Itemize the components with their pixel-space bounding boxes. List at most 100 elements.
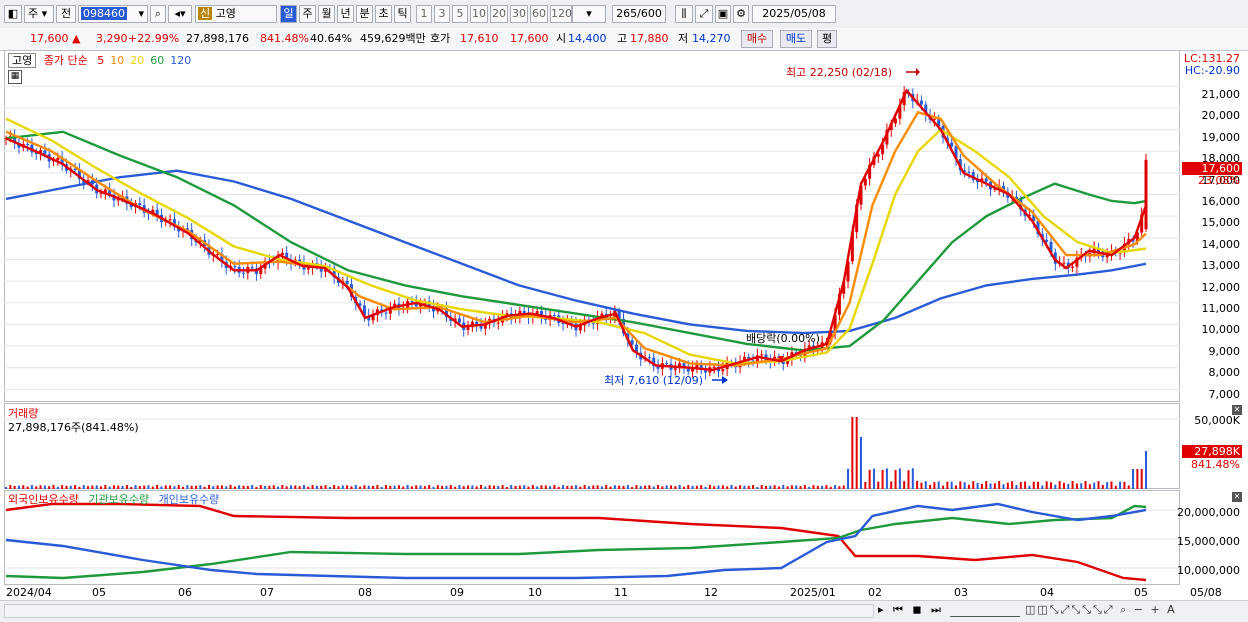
zoom-slider[interactable] <box>950 604 1020 617</box>
candle-body <box>704 370 708 373</box>
period-button[interactable]: 틱 <box>394 5 411 23</box>
volume-bar <box>657 485 660 489</box>
gear-icon[interactable]: ⚙ <box>733 5 749 23</box>
scroll-controls[interactable]: ▸ ⏮ ◼ ⏭ <box>878 603 944 617</box>
volume-bar <box>454 486 457 489</box>
close-icon[interactable]: ✕ <box>1232 492 1242 502</box>
sell-button[interactable]: 매도 <box>780 30 812 48</box>
chevron-down-icon[interactable]: ▾ <box>138 6 147 22</box>
volume-bar <box>30 485 33 489</box>
period-button[interactable]: 분 <box>356 5 373 23</box>
volume-bar <box>847 468 850 489</box>
volume-bar <box>220 485 223 489</box>
volume-bar <box>967 484 970 489</box>
volume-bar <box>704 486 707 489</box>
candle-body <box>712 366 716 368</box>
close-icon[interactable]: ✕ <box>1232 405 1242 415</box>
volume-bar <box>397 485 400 489</box>
buy-button[interactable]: 매수 <box>741 30 773 48</box>
volume-bar <box>523 485 526 489</box>
horizontal-scrollbar[interactable] <box>4 604 874 618</box>
table-icon[interactable]: ▦ <box>8 70 22 84</box>
period-button[interactable]: 년 <box>337 5 354 23</box>
volume-bar <box>544 485 547 489</box>
price-ytick: 11,000 <box>1201 302 1241 315</box>
volume-bar <box>91 485 94 489</box>
volume-bar <box>117 485 120 489</box>
x-axis-label: 07 <box>260 586 274 599</box>
volume-bar <box>376 485 379 489</box>
volume-bar <box>596 485 599 489</box>
period-type-select[interactable]: 주 ▾ <box>24 5 54 23</box>
volume-chart[interactable] <box>4 403 1180 489</box>
last-candle-body <box>1144 159 1148 230</box>
volume-bar <box>229 485 232 489</box>
date-field[interactable]: 2025/05/08 <box>752 5 836 23</box>
candle-body <box>233 266 237 268</box>
volume-bar <box>121 485 124 489</box>
interval-button[interactable]: 30 <box>510 5 528 23</box>
volume-current-pct: 841.48% <box>1191 458 1240 471</box>
interval-button[interactable]: 1 <box>416 5 432 23</box>
holdings-ytick-2: 15,000,000 <box>1177 535 1240 548</box>
candle-icon[interactable]: ⫼ <box>675 5 693 23</box>
crosshair-icon[interactable]: ⤢ <box>695 5 713 23</box>
volume-bar <box>264 485 267 489</box>
volume-axis: 50,000K 27,898K 841.48% <box>1180 403 1244 489</box>
stock-name-value: 고영 <box>215 7 236 20</box>
period-button[interactable]: 초 <box>375 5 392 23</box>
save-icon[interactable]: ▣ <box>715 5 731 23</box>
price-ytick: 21,000 <box>1201 88 1241 101</box>
volume-bar <box>765 485 767 489</box>
price-ytick: 14,000 <box>1201 237 1241 251</box>
volume-bar <box>1050 482 1052 489</box>
period-button[interactable]: 일 <box>280 5 297 23</box>
volume-bar <box>812 485 815 489</box>
tool-icons[interactable]: ◫◫⤡⤢⤡⤡⤡⤢ ⌕ − + A <box>1025 603 1177 617</box>
range-select[interactable]: ▾ <box>572 5 606 23</box>
volume-bar <box>562 485 565 489</box>
candle-body <box>496 322 500 324</box>
volume-bar <box>212 486 215 489</box>
volume-bar <box>216 485 219 489</box>
interval-button[interactable]: 120 <box>550 5 572 23</box>
price-chart[interactable]: 최고 22,250 (02/18) 최저 7,610 (12/09) 배당락(0.0… <box>4 50 1180 402</box>
volume-bar <box>911 468 914 489</box>
volume-bar <box>246 485 249 489</box>
prev-button[interactable]: 전 <box>56 5 76 23</box>
volume-bar <box>9 485 12 489</box>
search-icon[interactable]: ⌕ <box>150 5 166 23</box>
stock-code-input[interactable]: 098460 ▾ <box>78 5 148 23</box>
volume-bar <box>1084 481 1087 489</box>
volume-bar <box>1037 481 1040 489</box>
volume-bar <box>328 486 331 489</box>
interval-button[interactable]: 20 <box>490 5 508 23</box>
period-button[interactable]: 주 <box>299 5 316 23</box>
volume-bar <box>898 468 901 489</box>
volume-bar <box>674 486 677 489</box>
price-ytick: 15,000 <box>1201 216 1241 230</box>
volume-bar <box>35 486 38 489</box>
ma-legend-item: 5 <box>97 54 105 67</box>
volume-bar <box>635 485 638 489</box>
stock-name-tag[interactable]: 고영 <box>8 53 37 68</box>
speaker-icon[interactable]: ◂▾ <box>168 5 192 23</box>
eval-button[interactable]: 평 <box>817 30 837 48</box>
period-button[interactable]: 월 <box>318 5 335 23</box>
interval-button[interactable]: 3 <box>434 5 450 23</box>
price-ytick: 12,000 <box>1201 280 1241 294</box>
volume-bar <box>56 486 59 489</box>
volume-bar <box>587 486 590 489</box>
x-axis-label: 05 <box>92 586 106 599</box>
volume-bar <box>380 486 383 489</box>
interval-button[interactable]: 60 <box>530 5 548 23</box>
interval-button[interactable]: 10 <box>470 5 488 23</box>
count-field[interactable]: 265/600 <box>612 5 666 23</box>
legend-title: 종가 단순 <box>43 54 88 67</box>
stock-name-field[interactable]: 신 고영 <box>195 5 277 23</box>
chart-menu-icon[interactable]: ◧ <box>4 5 22 23</box>
interval-button[interactable]: 5 <box>452 5 468 23</box>
volume-bar <box>1110 481 1113 489</box>
volume-bar <box>488 485 491 489</box>
low-value: 14,270 <box>692 32 731 45</box>
